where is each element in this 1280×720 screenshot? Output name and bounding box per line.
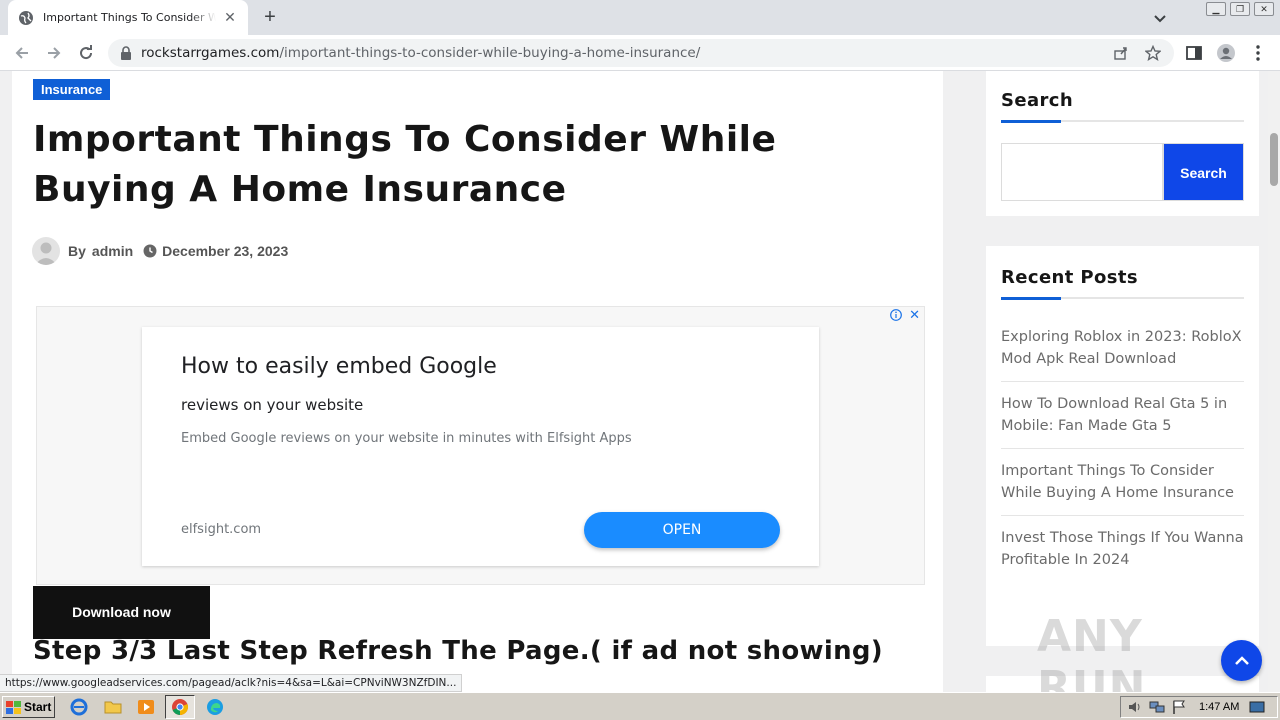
ad-headline[interactable]: How to easily embed Google xyxy=(181,354,497,379)
search-input[interactable] xyxy=(1001,143,1163,201)
recent-posts-widget: Recent Posts Exploring Roblox in 2023: R… xyxy=(986,246,1259,646)
side-panel-icon[interactable] xyxy=(1184,43,1204,63)
minimize-button[interactable]: ▁ xyxy=(1206,2,1226,16)
recent-posts-title: Recent Posts xyxy=(1001,267,1139,288)
windows-flag-icon xyxy=(6,700,21,714)
url-text: rockstarrgames.com/important-things-to-c… xyxy=(141,45,700,61)
tab-close-icon[interactable]: ✕ xyxy=(222,9,238,26)
chevron-up-icon xyxy=(1234,655,1249,665)
tab-search-chevron-icon[interactable] xyxy=(1150,8,1170,28)
search-widget-title: Search xyxy=(1001,90,1074,111)
chrome-icon[interactable] xyxy=(171,698,189,716)
folder-icon[interactable] xyxy=(104,698,122,716)
post-date[interactable]: December 23, 2023 xyxy=(162,243,288,259)
recent-posts-list: Exploring Roblox in 2023: RobloX Mod Apk… xyxy=(1001,326,1244,582)
reload-icon[interactable] xyxy=(76,43,96,63)
scroll-to-top-button[interactable] xyxy=(1221,640,1262,681)
volume-icon[interactable] xyxy=(1127,699,1143,715)
search-widget: Search Search xyxy=(986,71,1259,216)
search-button[interactable]: Search xyxy=(1163,143,1244,201)
flag-notification-icon[interactable] xyxy=(1171,699,1187,715)
article-card: Insurance Important Things To Consider W… xyxy=(12,71,943,692)
more-menu-icon[interactable] xyxy=(1248,43,1268,63)
start-button[interactable]: Start xyxy=(2,696,55,718)
post-title: Important Things To Consider While Buyin… xyxy=(33,119,777,210)
page-scrollbar[interactable] xyxy=(1268,71,1280,692)
category-badge[interactable]: Insurance xyxy=(33,79,111,100)
author-avatar[interactable] xyxy=(32,237,60,265)
ad-open-button[interactable]: OPEN xyxy=(584,512,780,548)
recent-post-link[interactable]: How To Download Real Gta 5 in Mobile: Fa… xyxy=(1001,382,1244,449)
forward-arrow-icon[interactable] xyxy=(44,43,64,63)
profile-avatar-icon[interactable] xyxy=(1216,43,1236,63)
start-label: Start xyxy=(24,700,52,714)
user-silhouette-icon xyxy=(35,242,57,265)
title-accent xyxy=(1001,297,1061,300)
by-label: By xyxy=(68,243,86,259)
windows-taskbar: Start 1:47 AM xyxy=(0,692,1280,720)
status-bar-url: https://www.googleadservices.com/pagead/… xyxy=(0,674,463,692)
ad-card[interactable]: How to easily embed Google reviews on yo… xyxy=(142,327,819,566)
new-tab-button[interactable]: + xyxy=(258,5,282,29)
url-path: /important-things-to-consider-while-buyi… xyxy=(279,45,701,61)
ad-container[interactable]: ✕ How to easily embed Google reviews on … xyxy=(36,306,925,585)
author-link[interactable]: admin xyxy=(92,243,133,259)
window-close-button[interactable]: ✕ xyxy=(1254,2,1274,16)
clock-icon xyxy=(143,244,157,258)
browser-tab[interactable]: Important Things To Consider While Buyin… xyxy=(8,0,248,35)
page-viewport: Insurance Important Things To Consider W… xyxy=(0,71,1268,692)
share-icon[interactable] xyxy=(1113,45,1129,61)
show-desktop-icon[interactable] xyxy=(1249,699,1265,715)
post-meta: By admin December 23, 2023 xyxy=(32,237,288,265)
recent-post-link[interactable]: Exploring Roblox in 2023: RobloX Mod Apk… xyxy=(1001,326,1244,382)
recent-post-link[interactable]: Important Things To Consider While Buyin… xyxy=(1001,449,1244,516)
lock-icon[interactable] xyxy=(120,46,132,60)
widget-divider xyxy=(1001,297,1244,300)
title-accent xyxy=(1001,120,1061,123)
network-icon[interactable] xyxy=(1149,699,1165,715)
internet-explorer-icon[interactable] xyxy=(70,698,88,716)
ad-domain[interactable]: elfsight.com xyxy=(181,522,261,537)
next-widget xyxy=(986,676,1259,692)
edge-icon[interactable] xyxy=(206,698,224,716)
step-heading: Step 3/3 Last Step Refresh The Page.( if… xyxy=(33,636,883,666)
ad-subheadline[interactable]: reviews on your website xyxy=(181,396,363,414)
tab-title: Important Things To Consider While Buyin… xyxy=(43,11,216,24)
download-now-button[interactable]: Download now xyxy=(33,586,210,639)
system-tray: 1:47 AM xyxy=(1120,696,1278,718)
scrollbar-thumb[interactable] xyxy=(1270,133,1278,186)
back-arrow-icon[interactable] xyxy=(12,43,32,63)
window-controls: ▁ ❐ ✕ xyxy=(1206,2,1274,16)
ad-description: Embed Google reviews on your website in … xyxy=(181,431,632,446)
globe-icon xyxy=(19,10,33,25)
recent-post-link[interactable]: Invest Those Things If You Wanna Profita… xyxy=(1001,516,1244,582)
info-icon[interactable] xyxy=(890,309,902,321)
close-icon[interactable]: ✕ xyxy=(909,307,920,323)
tab-strip: Important Things To Consider While Buyin… xyxy=(0,0,1280,35)
bookmark-star-icon[interactable] xyxy=(1145,45,1161,61)
restore-button[interactable]: ❐ xyxy=(1230,2,1250,16)
tray-clock[interactable]: 1:47 AM xyxy=(1199,701,1239,713)
url-domain: rockstarrgames.com xyxy=(141,45,280,61)
media-player-icon[interactable] xyxy=(137,698,155,716)
widget-divider xyxy=(1001,120,1244,123)
toolbar: rockstarrgames.com/important-things-to-c… xyxy=(0,35,1280,71)
address-bar[interactable]: rockstarrgames.com/important-things-to-c… xyxy=(108,39,1174,67)
